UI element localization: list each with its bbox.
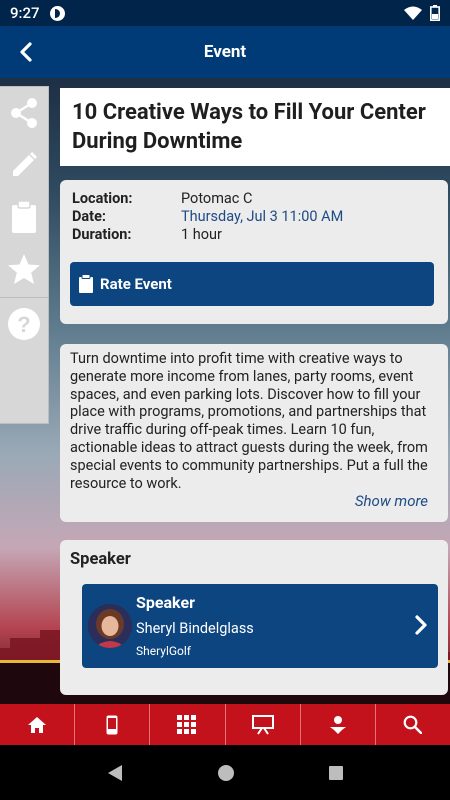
location-row: Location: Potomac C	[72, 190, 436, 208]
system-recents-icon[interactable]	[328, 765, 344, 781]
battery-icon	[430, 5, 440, 21]
clipboard-icon	[78, 274, 94, 294]
system-back-icon[interactable]	[106, 764, 124, 782]
status-time: 9:27	[10, 4, 40, 22]
status-bar: 9:27	[0, 0, 450, 26]
location-label: Location:	[72, 190, 133, 207]
rate-event-label: Rate Event	[100, 275, 172, 293]
svg-text:?: ?	[17, 312, 30, 337]
speaker-role: Speaker	[136, 593, 195, 612]
help-icon: ?	[8, 308, 40, 340]
event-content[interactable]: ? 10 Creative Ways to Fill Your Center D…	[0, 78, 450, 704]
description-card: Turn downtime into profit time with crea…	[60, 344, 448, 522]
page-title: Event	[203, 42, 247, 62]
notification-icon	[49, 5, 65, 21]
share-button[interactable]	[0, 87, 48, 139]
speaker-card: Speaker Speaker Sheryl Bindelglass Shery…	[60, 540, 448, 695]
duration-row: Duration: 1 hour	[72, 226, 436, 244]
event-description: Turn downtime into profit time with crea…	[70, 350, 428, 492]
favorite-button[interactable]	[0, 243, 48, 295]
rate-event-button[interactable]: Rate Event	[70, 262, 434, 306]
nav-presentation[interactable]	[226, 704, 301, 745]
system-home-icon[interactable]	[216, 763, 236, 783]
system-navigation-bar	[0, 745, 450, 800]
survey-button[interactable]	[0, 191, 48, 243]
wifi-icon	[404, 6, 422, 20]
date-value[interactable]: Thursday, Jul 3 11:00 AM	[181, 208, 343, 226]
mobile-icon	[106, 715, 118, 734]
speaker-name: Sheryl Bindelglass	[136, 620, 254, 637]
speaker-avatar	[88, 604, 132, 648]
show-more-link[interactable]: Show more	[355, 492, 428, 510]
nav-exhibitors[interactable]	[301, 704, 376, 745]
date-label: Date:	[72, 208, 107, 225]
duration-value: 1 hour	[181, 226, 222, 243]
nav-mobile[interactable]	[75, 704, 151, 745]
event-title: 10 Creative Ways to Fill Your Center Dur…	[72, 100, 426, 154]
speaker-list-item[interactable]: Speaker Sheryl Bindelglass SherylGolf	[82, 584, 438, 668]
qr-code-icon	[177, 714, 197, 734]
share-icon	[11, 98, 37, 128]
bottom-navigation	[0, 704, 450, 745]
event-title-card: 10 Creative Ways to Fill Your Center Dur…	[60, 88, 450, 166]
edit-note-button[interactable]	[0, 139, 48, 191]
speaker-organization: SherylGolf	[136, 644, 191, 658]
nav-home[interactable]	[0, 704, 76, 745]
edit-icon	[13, 151, 38, 176]
presentation-icon	[251, 714, 274, 735]
nav-qr-code[interactable]	[150, 704, 226, 745]
nav-search[interactable]	[376, 704, 450, 745]
search-icon	[404, 715, 423, 734]
app-bar: Event	[0, 26, 450, 78]
back-arrow-icon	[20, 42, 32, 62]
speaker-section-heading: Speaker	[70, 550, 131, 569]
exhibitor-icon	[329, 715, 346, 734]
back-button[interactable]	[8, 34, 44, 70]
side-toolbar: ?	[0, 86, 49, 424]
chevron-right-icon	[415, 615, 427, 635]
home-icon	[28, 716, 47, 733]
duration-label: Duration:	[72, 226, 132, 243]
clipboard-icon	[12, 200, 36, 233]
help-button[interactable]: ?	[0, 298, 48, 350]
event-info-card: Location: Potomac C Date: Thursday, Jul …	[60, 180, 448, 324]
date-row: Date: Thursday, Jul 3 11:00 AM	[72, 208, 436, 226]
star-icon	[8, 254, 40, 284]
location-value: Potomac C	[181, 190, 253, 207]
